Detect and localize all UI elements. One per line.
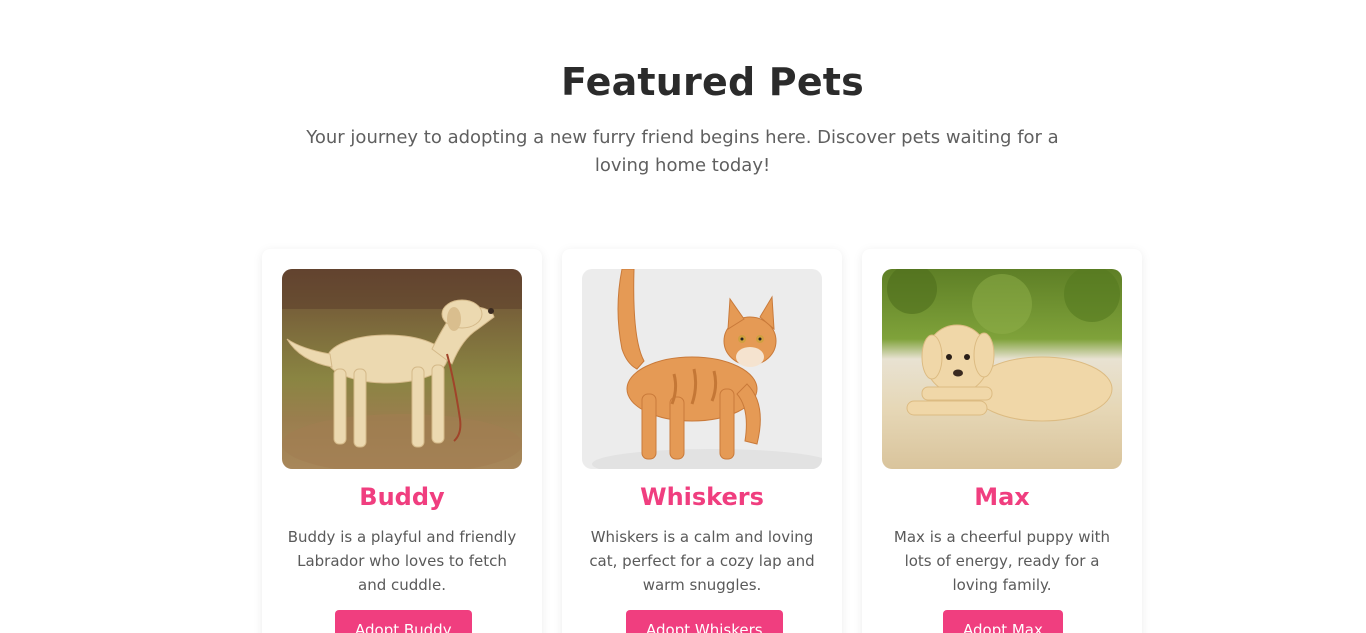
- pet-card-whiskers: Whiskers Whiskers is a calm and loving c…: [562, 249, 842, 633]
- page-title: Featured Pets: [560, 60, 864, 104]
- adopt-whiskers-button[interactable]: Adopt Whiskers: [626, 610, 783, 633]
- pet-name-buddy: Buddy: [359, 483, 445, 511]
- pet-name-max: Max: [974, 483, 1030, 511]
- page-subtitle: Your journey to adopting a new furry fri…: [306, 127, 1059, 176]
- pet-photo-whiskers: [582, 269, 822, 469]
- pet-card-buddy: Buddy Buddy is a playful and friendly La…: [262, 249, 542, 633]
- pet-description-buddy: Buddy is a playful and friendly Labrador…: [287, 528, 517, 594]
- pet-name-whiskers: Whiskers: [640, 483, 764, 511]
- pet-card-max: Max Max is a cheerful puppy with lots of…: [862, 249, 1142, 633]
- pet-description-max: Max is a cheerful puppy with lots of ene…: [893, 528, 1111, 594]
- pet-description-whiskers: Whiskers is a calm and loving cat, perfe…: [589, 528, 815, 594]
- adopt-max-button[interactable]: Adopt Max: [943, 610, 1063, 633]
- featured-pets-section: Featured Pets Your journey to adopting a…: [0, 0, 1366, 633]
- pet-photo-max: [882, 269, 1122, 469]
- pet-photo-buddy: [282, 269, 522, 469]
- adopt-buddy-button[interactable]: Adopt Buddy: [335, 610, 472, 633]
